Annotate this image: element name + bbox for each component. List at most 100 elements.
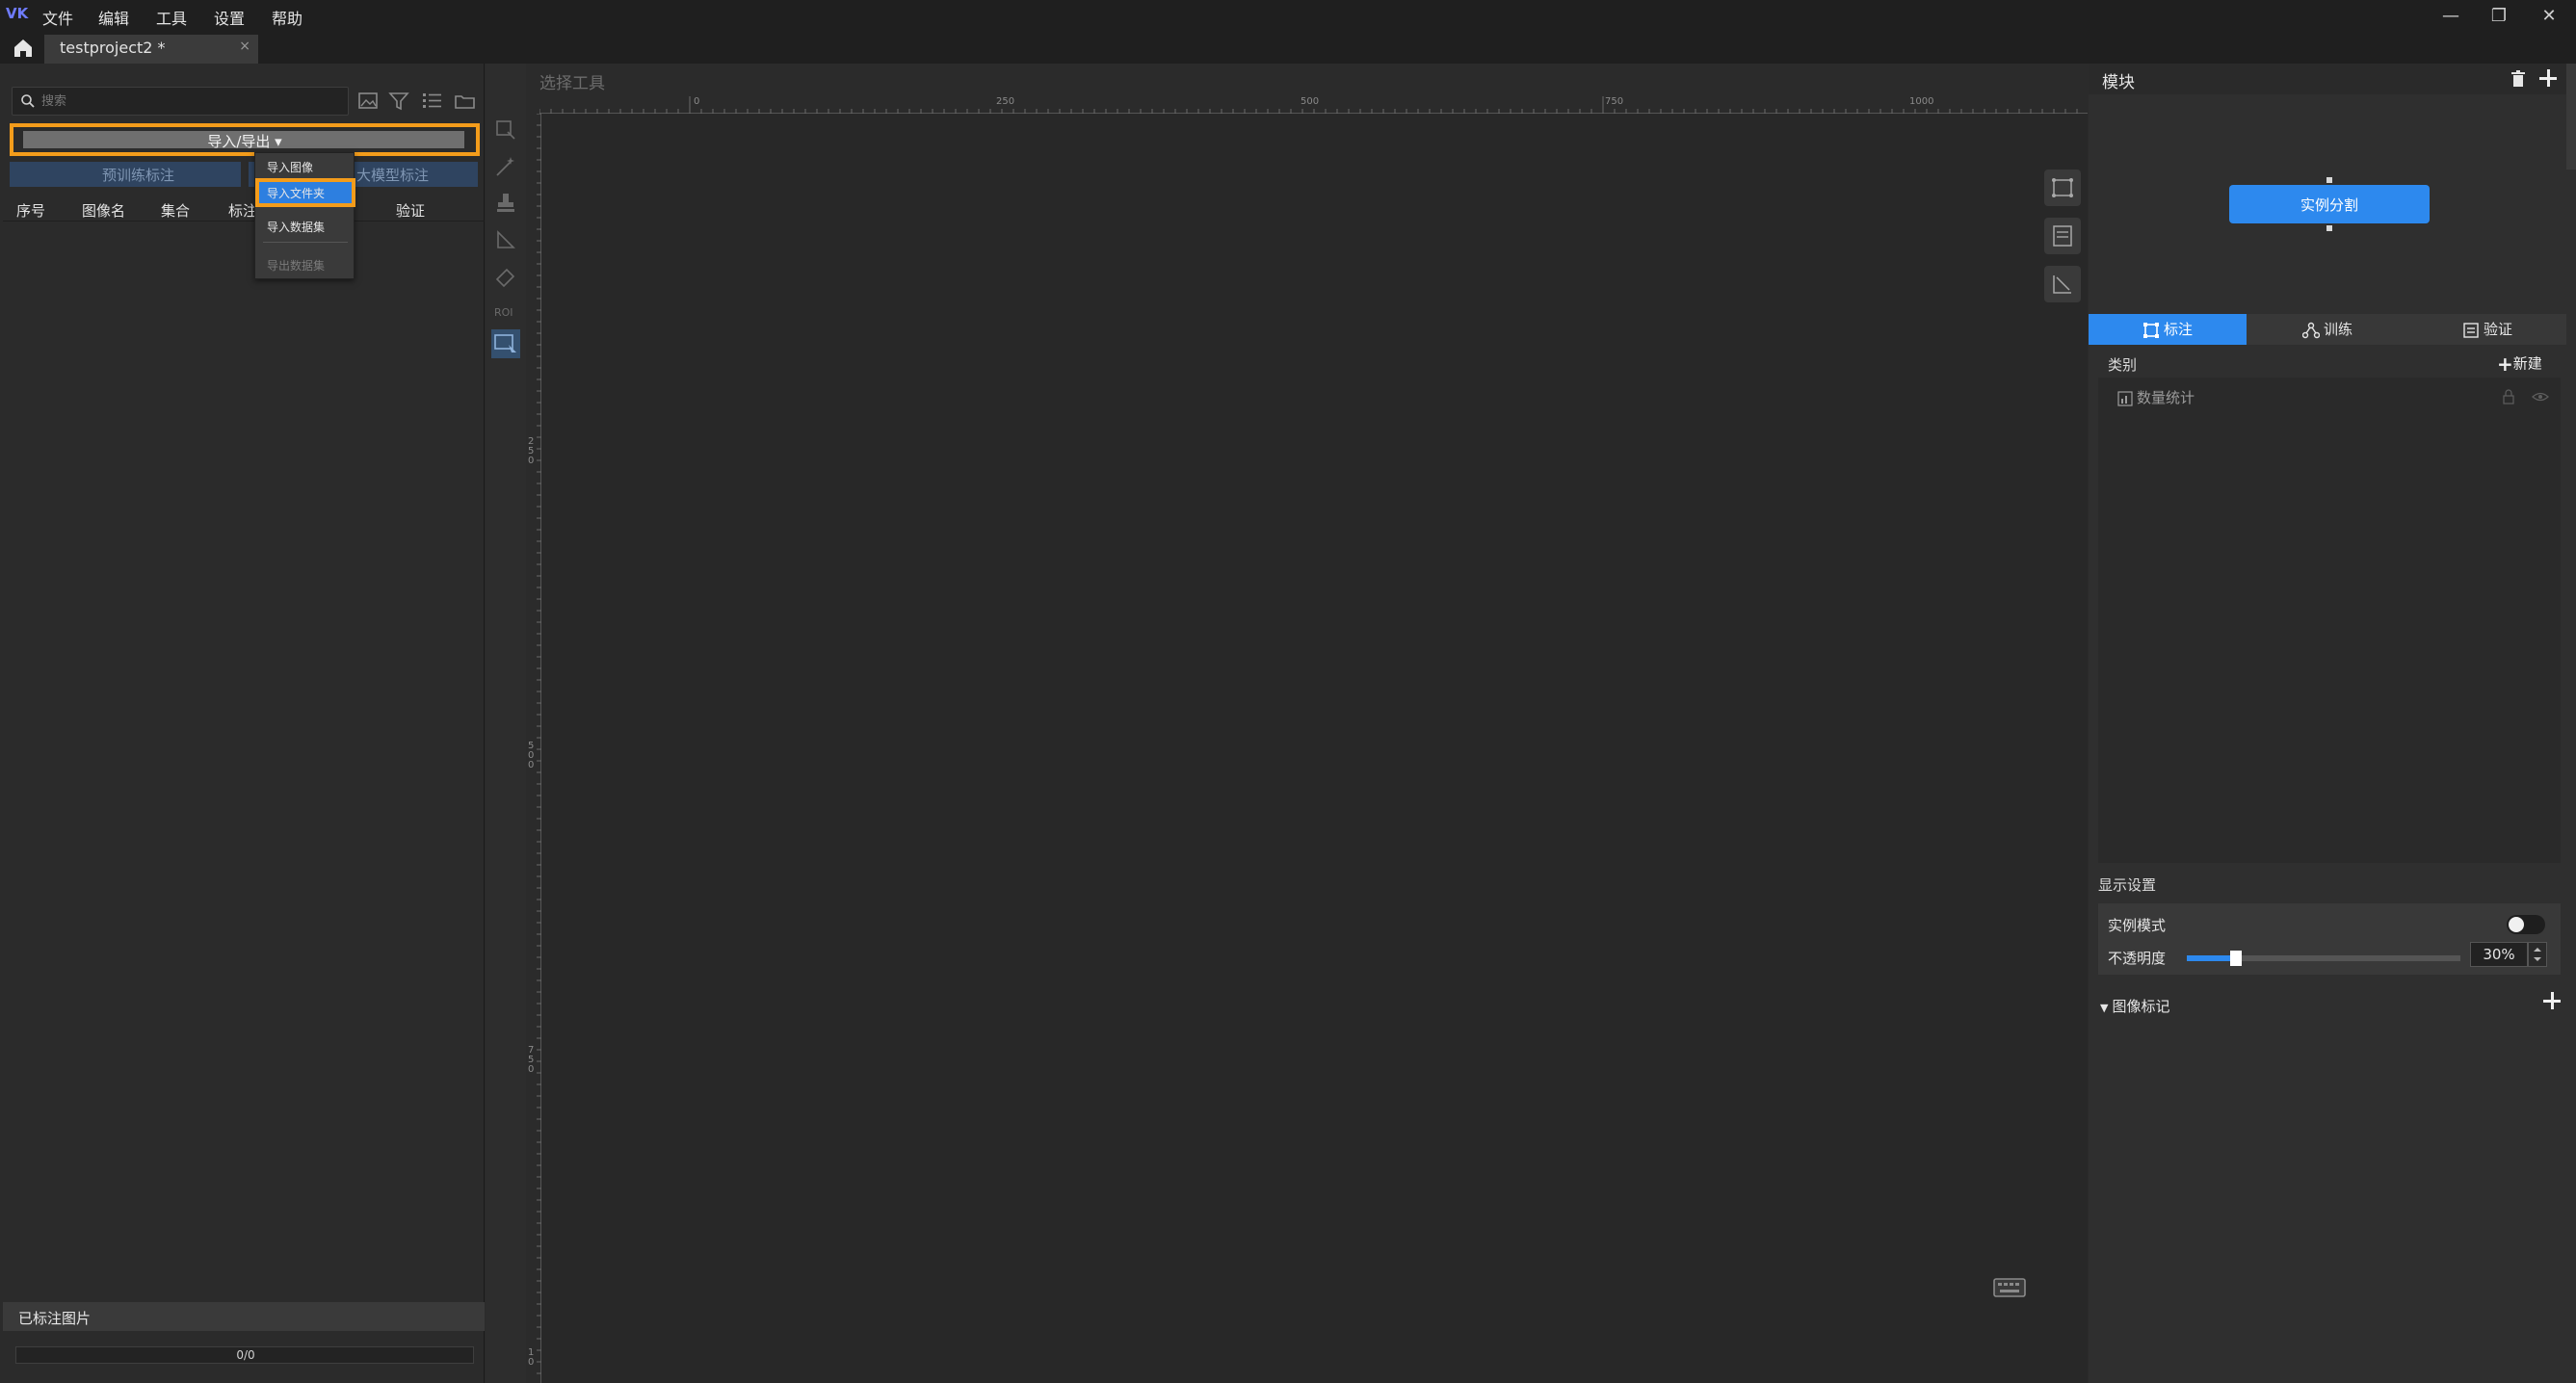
dropdown-import-folder-label: 导入文件夹 xyxy=(267,187,326,200)
fit-view-button[interactable] xyxy=(2044,170,2081,206)
right-tab-row: 标注 训练 验证 xyxy=(2089,314,2566,345)
menu-tools[interactable]: 工具 xyxy=(156,6,187,29)
tab-annotate-label: 标注 xyxy=(2163,321,2193,338)
v-ruler-label: 2 5 0 xyxy=(528,436,535,466)
eraser-icon[interactable] xyxy=(493,264,518,289)
folder-icon[interactable] xyxy=(453,89,478,114)
dropdown-export-dataset[interactable]: 导出数据集 xyxy=(267,257,325,274)
module-node-label: 实例分割 xyxy=(2300,196,2358,214)
h-ruler-label: 0 xyxy=(694,96,700,107)
menu-bar xyxy=(0,0,2576,33)
polygon-icon[interactable] xyxy=(493,227,518,252)
pretrain-annotate-label: 预训练标注 xyxy=(102,167,175,184)
h-ruler-label: 1000 xyxy=(1909,96,1934,107)
search-input[interactable] xyxy=(41,91,330,112)
dropdown-import-image[interactable]: 导入图像 xyxy=(267,159,313,175)
h-ruler-label: 250 xyxy=(996,96,1015,107)
tab-project[interactable]: testproject2 * × xyxy=(44,35,258,64)
module-header: 模块 xyxy=(2089,64,2566,94)
stamp-icon[interactable] xyxy=(493,191,518,216)
instance-mode-toggle[interactable] xyxy=(2507,915,2545,934)
image-mark-label: 图像标记 xyxy=(2112,998,2170,1015)
dropdown-import-dataset[interactable]: 导入数据集 xyxy=(267,219,325,235)
restore-button[interactable]: ❐ xyxy=(2480,3,2518,30)
image-canvas[interactable] xyxy=(541,114,2088,1383)
menu-settings[interactable]: 设置 xyxy=(214,6,245,29)
vertical-ruler: 2 5 0 5 0 0 7 5 0 1 0 xyxy=(526,114,541,1383)
labeled-progress-text: 0/0 xyxy=(236,1348,255,1362)
magic-wand-icon[interactable] xyxy=(493,154,518,179)
display-settings-box: 实例模式 不透明度 30% xyxy=(2098,903,2561,975)
menu-help[interactable]: 帮助 xyxy=(272,6,302,29)
col-label[interactable]: 标注 xyxy=(228,200,257,221)
tab-verify-label: 验证 xyxy=(2483,321,2512,338)
svg-text:ROI: ROI xyxy=(494,306,513,319)
right-scrollbar[interactable] xyxy=(2566,64,2576,170)
opacity-slider[interactable] xyxy=(2187,951,2460,966)
import-export-button[interactable]: 导入/导出 ▾ xyxy=(10,123,480,156)
select-tool-icon[interactable] xyxy=(491,329,520,358)
list-icon[interactable] xyxy=(420,89,445,114)
menu-edit[interactable]: 编辑 xyxy=(98,6,129,29)
left-panel xyxy=(3,64,485,1383)
eye-icon[interactable] xyxy=(2532,389,2549,404)
close-window-button[interactable]: ✕ xyxy=(2530,3,2568,30)
tool-strip xyxy=(486,64,526,1383)
tab-annotate[interactable]: 标注 xyxy=(2089,314,2247,345)
new-category-label: 新建 xyxy=(2512,354,2542,373)
count-stat-row[interactable]: 数量统计 xyxy=(2117,387,2195,407)
table-header: 序号 图像名 集合 标注 验证 xyxy=(3,193,485,222)
annotation-list-button[interactable] xyxy=(2044,218,2081,254)
dropdown-import-folder[interactable]: 导入文件夹 xyxy=(255,178,355,207)
keyboard-icon[interactable] xyxy=(1990,1275,2029,1300)
rect-select-icon[interactable] xyxy=(493,117,518,143)
v-ruler-label: 7 5 0 xyxy=(528,1045,535,1075)
tab-verify[interactable]: 验证 xyxy=(2408,314,2566,345)
opacity-slider-fill xyxy=(2187,955,2237,961)
module-port-bottom[interactable] xyxy=(2326,225,2332,231)
col-verify[interactable]: 验证 xyxy=(396,200,425,221)
image-filter-icon[interactable] xyxy=(356,89,381,114)
instance-mode-label: 实例模式 xyxy=(2108,917,2167,934)
opacity-stepper[interactable] xyxy=(2528,942,2547,967)
verify-tab-icon xyxy=(2462,322,2480,339)
app-logo: VK xyxy=(6,5,29,22)
minimize-button[interactable]: — xyxy=(2431,3,2470,30)
new-category-button[interactable]: +新建 xyxy=(2497,352,2542,376)
h-ruler-label: 750 xyxy=(1605,96,1624,107)
col-set[interactable]: 集合 xyxy=(161,200,190,221)
col-image-name[interactable]: 图像名 xyxy=(82,200,125,221)
col-index[interactable]: 序号 xyxy=(16,200,45,221)
pretrain-annotate-button[interactable]: 预训练标注 xyxy=(10,162,241,187)
home-icon[interactable] xyxy=(12,37,35,60)
llm-annotate-label: 大模型标注 xyxy=(356,167,430,184)
mask-tool-button[interactable] xyxy=(2044,266,2081,302)
opacity-slider-thumb[interactable] xyxy=(2230,951,2243,966)
tab-project-label: testproject2 * xyxy=(60,39,166,57)
module-title: 模块 xyxy=(2102,73,2135,92)
module-port-top[interactable] xyxy=(2326,177,2332,183)
import-export-label: 导入/导出 ▾ xyxy=(207,133,282,150)
tab-train-label: 训练 xyxy=(2323,321,2353,338)
annotate-tab-icon xyxy=(2142,322,2160,339)
h-ruler-label: 500 xyxy=(1301,96,1320,107)
caret-down-icon: ▼ xyxy=(2100,1002,2109,1014)
tab-train[interactable]: 训练 xyxy=(2248,314,2406,345)
add-image-mark-icon[interactable] xyxy=(2541,990,2563,1011)
image-mark-section[interactable]: ▼ 图像标记 xyxy=(2100,996,2169,1016)
opacity-value-input[interactable]: 30% xyxy=(2470,942,2528,967)
roi-icon[interactable]: ROI xyxy=(493,299,518,324)
category-label: 类别 xyxy=(2108,356,2138,374)
v-ruler-label: 1 0 xyxy=(528,1347,535,1368)
trash-icon[interactable] xyxy=(2509,69,2528,89)
add-module-icon[interactable] xyxy=(2537,67,2559,89)
horizontal-ruler: 0 250 500 750 1000 xyxy=(539,96,2088,114)
tab-close-icon[interactable]: × xyxy=(239,39,250,54)
module-node-instance-seg[interactable]: 实例分割 xyxy=(2229,185,2430,223)
lock-icon[interactable] xyxy=(2501,389,2516,404)
tab-bar xyxy=(0,33,2576,64)
train-tab-icon xyxy=(2301,322,2320,339)
search-box[interactable] xyxy=(12,87,349,116)
filter-icon[interactable] xyxy=(387,89,412,114)
menu-file[interactable]: 文件 xyxy=(42,6,73,29)
